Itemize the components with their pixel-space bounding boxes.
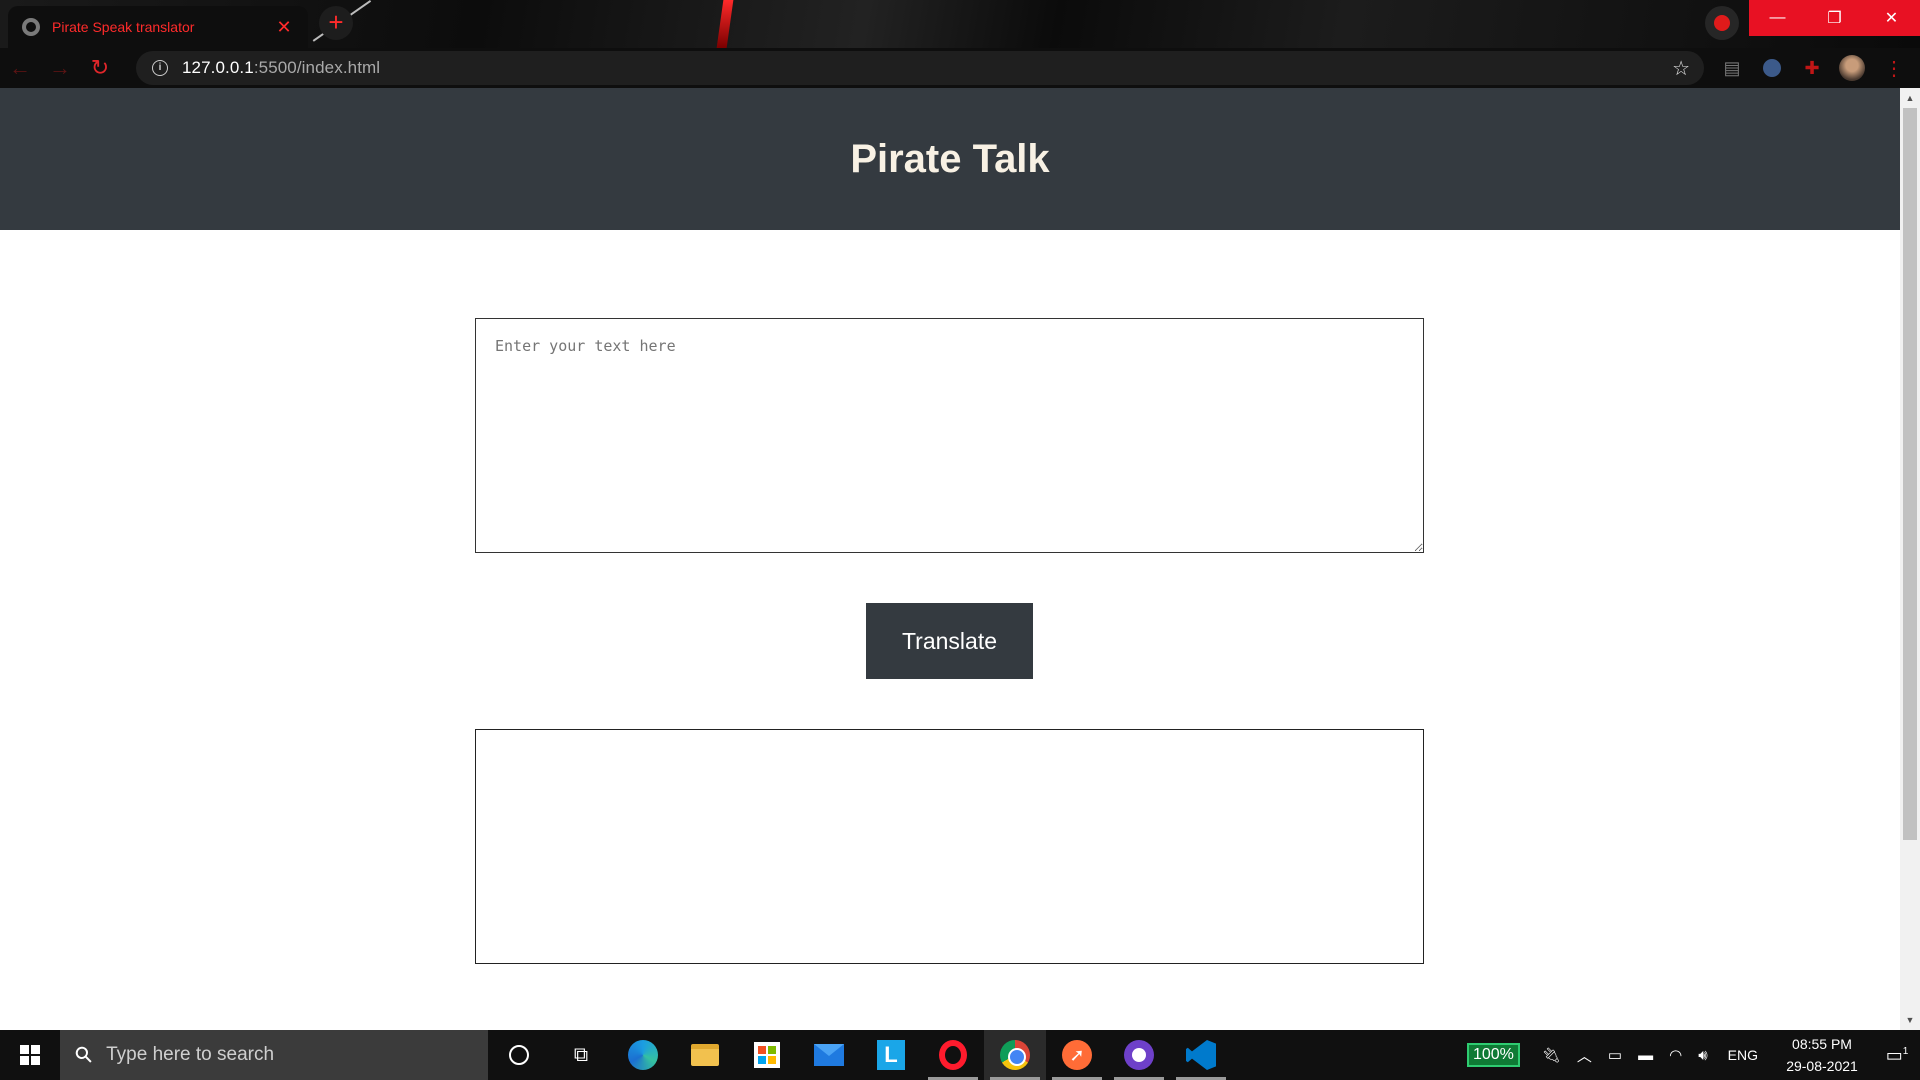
github-icon — [1124, 1040, 1154, 1070]
chevron-up-icon[interactable]: ︿ — [1577, 1045, 1592, 1066]
plug-icon: 🔌︎ — [1541, 1047, 1561, 1064]
extensions-puzzle-icon[interactable]: ✚ — [1798, 54, 1826, 82]
forward-button[interactable]: → — [40, 48, 80, 88]
taskbar-chrome[interactable] — [984, 1030, 1046, 1080]
taskbar-vscode[interactable] — [1170, 1030, 1232, 1080]
cortana-button[interactable] — [488, 1030, 550, 1080]
vscode-icon — [1186, 1040, 1216, 1070]
meet-now-icon[interactable]: ▭ — [1608, 1046, 1622, 1064]
taskbar-store[interactable] — [736, 1030, 798, 1080]
taskbar-opera[interactable] — [922, 1030, 984, 1080]
language-indicator[interactable]: ENG — [1728, 1047, 1758, 1063]
l-app-icon: L — [877, 1040, 905, 1070]
wifi-icon[interactable]: ◠ — [1669, 1046, 1682, 1064]
notification-center-button[interactable]: ▭1 — [1874, 1045, 1920, 1066]
profile-menu-icon[interactable] — [1705, 6, 1739, 40]
tab-title: Pirate Speak translator — [52, 19, 195, 35]
volume-icon[interactable]: 🔊︎ — [1698, 1047, 1707, 1064]
taskbar-l-app[interactable]: L — [860, 1030, 922, 1080]
user-avatar[interactable] — [1838, 54, 1866, 82]
edge-icon — [628, 1040, 658, 1070]
clock-time: 08:55 PM — [1792, 1036, 1852, 1052]
chrome-icon — [1000, 1040, 1030, 1070]
search-icon: ⚲ — [69, 1040, 99, 1070]
scroll-down-arrow-icon[interactable]: ▼ — [1900, 1012, 1920, 1028]
minimize-button[interactable]: — — [1749, 0, 1806, 36]
translate-button[interactable]: Translate — [866, 603, 1033, 679]
reload-button[interactable]: ↻ — [80, 48, 120, 88]
battery-icon[interactable]: ▬ — [1638, 1047, 1653, 1064]
url-text: 127.0.0.1:5500/index.html — [182, 58, 380, 78]
clock[interactable]: 08:55 PM 29-08-2021 — [1782, 1033, 1862, 1077]
tab-close-icon[interactable]: ✕ — [274, 17, 294, 38]
taskbar-github[interactable] — [1108, 1030, 1170, 1080]
taskbar-file-explorer[interactable] — [674, 1030, 736, 1080]
browser-titlebar: Pirate Speak translator ✕ + — ❐ ✕ — [0, 0, 1920, 48]
page-header: Pirate Talk — [0, 88, 1900, 230]
cortana-icon — [509, 1045, 529, 1065]
opera-icon — [939, 1040, 967, 1070]
globe-icon — [22, 18, 40, 36]
taskbar-edge[interactable] — [612, 1030, 674, 1080]
url-path: :5500/index.html — [253, 58, 381, 77]
window-controls: — ❐ ✕ — [1749, 0, 1920, 36]
page-scrollbar[interactable]: ▲ ▼ — [1900, 88, 1920, 1030]
taskbar-mail[interactable] — [798, 1030, 860, 1080]
store-icon — [754, 1042, 780, 1068]
system-tray: 100% 🔌︎ ︿ ▭ ▬ ◠ 🔊︎ ENG 08:55 PM 29-08-20… — [1466, 1030, 1920, 1080]
restore-button[interactable]: ❐ — [1806, 0, 1863, 36]
url-host: 127.0.0.1 — [182, 58, 254, 77]
start-button[interactable] — [0, 1030, 60, 1080]
postman-icon: ➚ — [1062, 1040, 1092, 1070]
notification-count: 1 — [1902, 1045, 1909, 1057]
wallpaper-streak — [716, 0, 734, 48]
back-button[interactable]: ← — [0, 48, 40, 88]
cursor-extension-icon[interactable] — [1758, 54, 1786, 82]
task-view-icon: ⧉ — [573, 1043, 589, 1066]
browser-toolbar: ← → ↻ i 127.0.0.1:5500/index.html ☆ ▤ ✚ … — [0, 48, 1920, 88]
scroll-thumb[interactable] — [1903, 108, 1917, 840]
taskbar-postman[interactable]: ➚ — [1046, 1030, 1108, 1080]
task-view-button[interactable]: ⧉ — [550, 1030, 612, 1080]
translation-output — [475, 729, 1424, 964]
new-tab-button[interactable]: + — [319, 6, 353, 40]
text-input[interactable] — [475, 318, 1424, 553]
battery-percentage[interactable]: 100% — [1466, 1043, 1520, 1067]
mail-icon — [814, 1044, 844, 1066]
browser-tab[interactable]: Pirate Speak translator ✕ — [8, 6, 308, 48]
taskbar-search-placeholder: Type here to search — [106, 1044, 275, 1065]
taskbar-search[interactable]: ⚲ Type here to search — [60, 1030, 488, 1080]
kebab-menu-icon[interactable]: ⋮ — [1880, 54, 1908, 82]
scroll-up-arrow-icon[interactable]: ▲ — [1900, 90, 1920, 106]
page-title: Pirate Talk — [850, 136, 1050, 181]
page-viewport: Pirate Talk Translate — [0, 88, 1900, 1030]
notification-icon: ▭ — [1885, 1044, 1903, 1065]
bookmark-star-icon[interactable]: ☆ — [1672, 56, 1690, 81]
clock-date: 29-08-2021 — [1786, 1058, 1858, 1074]
reading-list-icon[interactable]: ▤ — [1718, 54, 1746, 82]
close-window-button[interactable]: ✕ — [1863, 0, 1920, 36]
info-icon[interactable]: i — [152, 60, 168, 76]
windows-taskbar: ⚲ Type here to search ⧉ L ➚ 100% 🔌︎ ︿ ▭ … — [0, 1030, 1920, 1080]
address-bar[interactable]: i 127.0.0.1:5500/index.html ☆ — [136, 51, 1704, 85]
windows-logo-icon — [20, 1045, 40, 1065]
folder-icon — [691, 1044, 719, 1066]
